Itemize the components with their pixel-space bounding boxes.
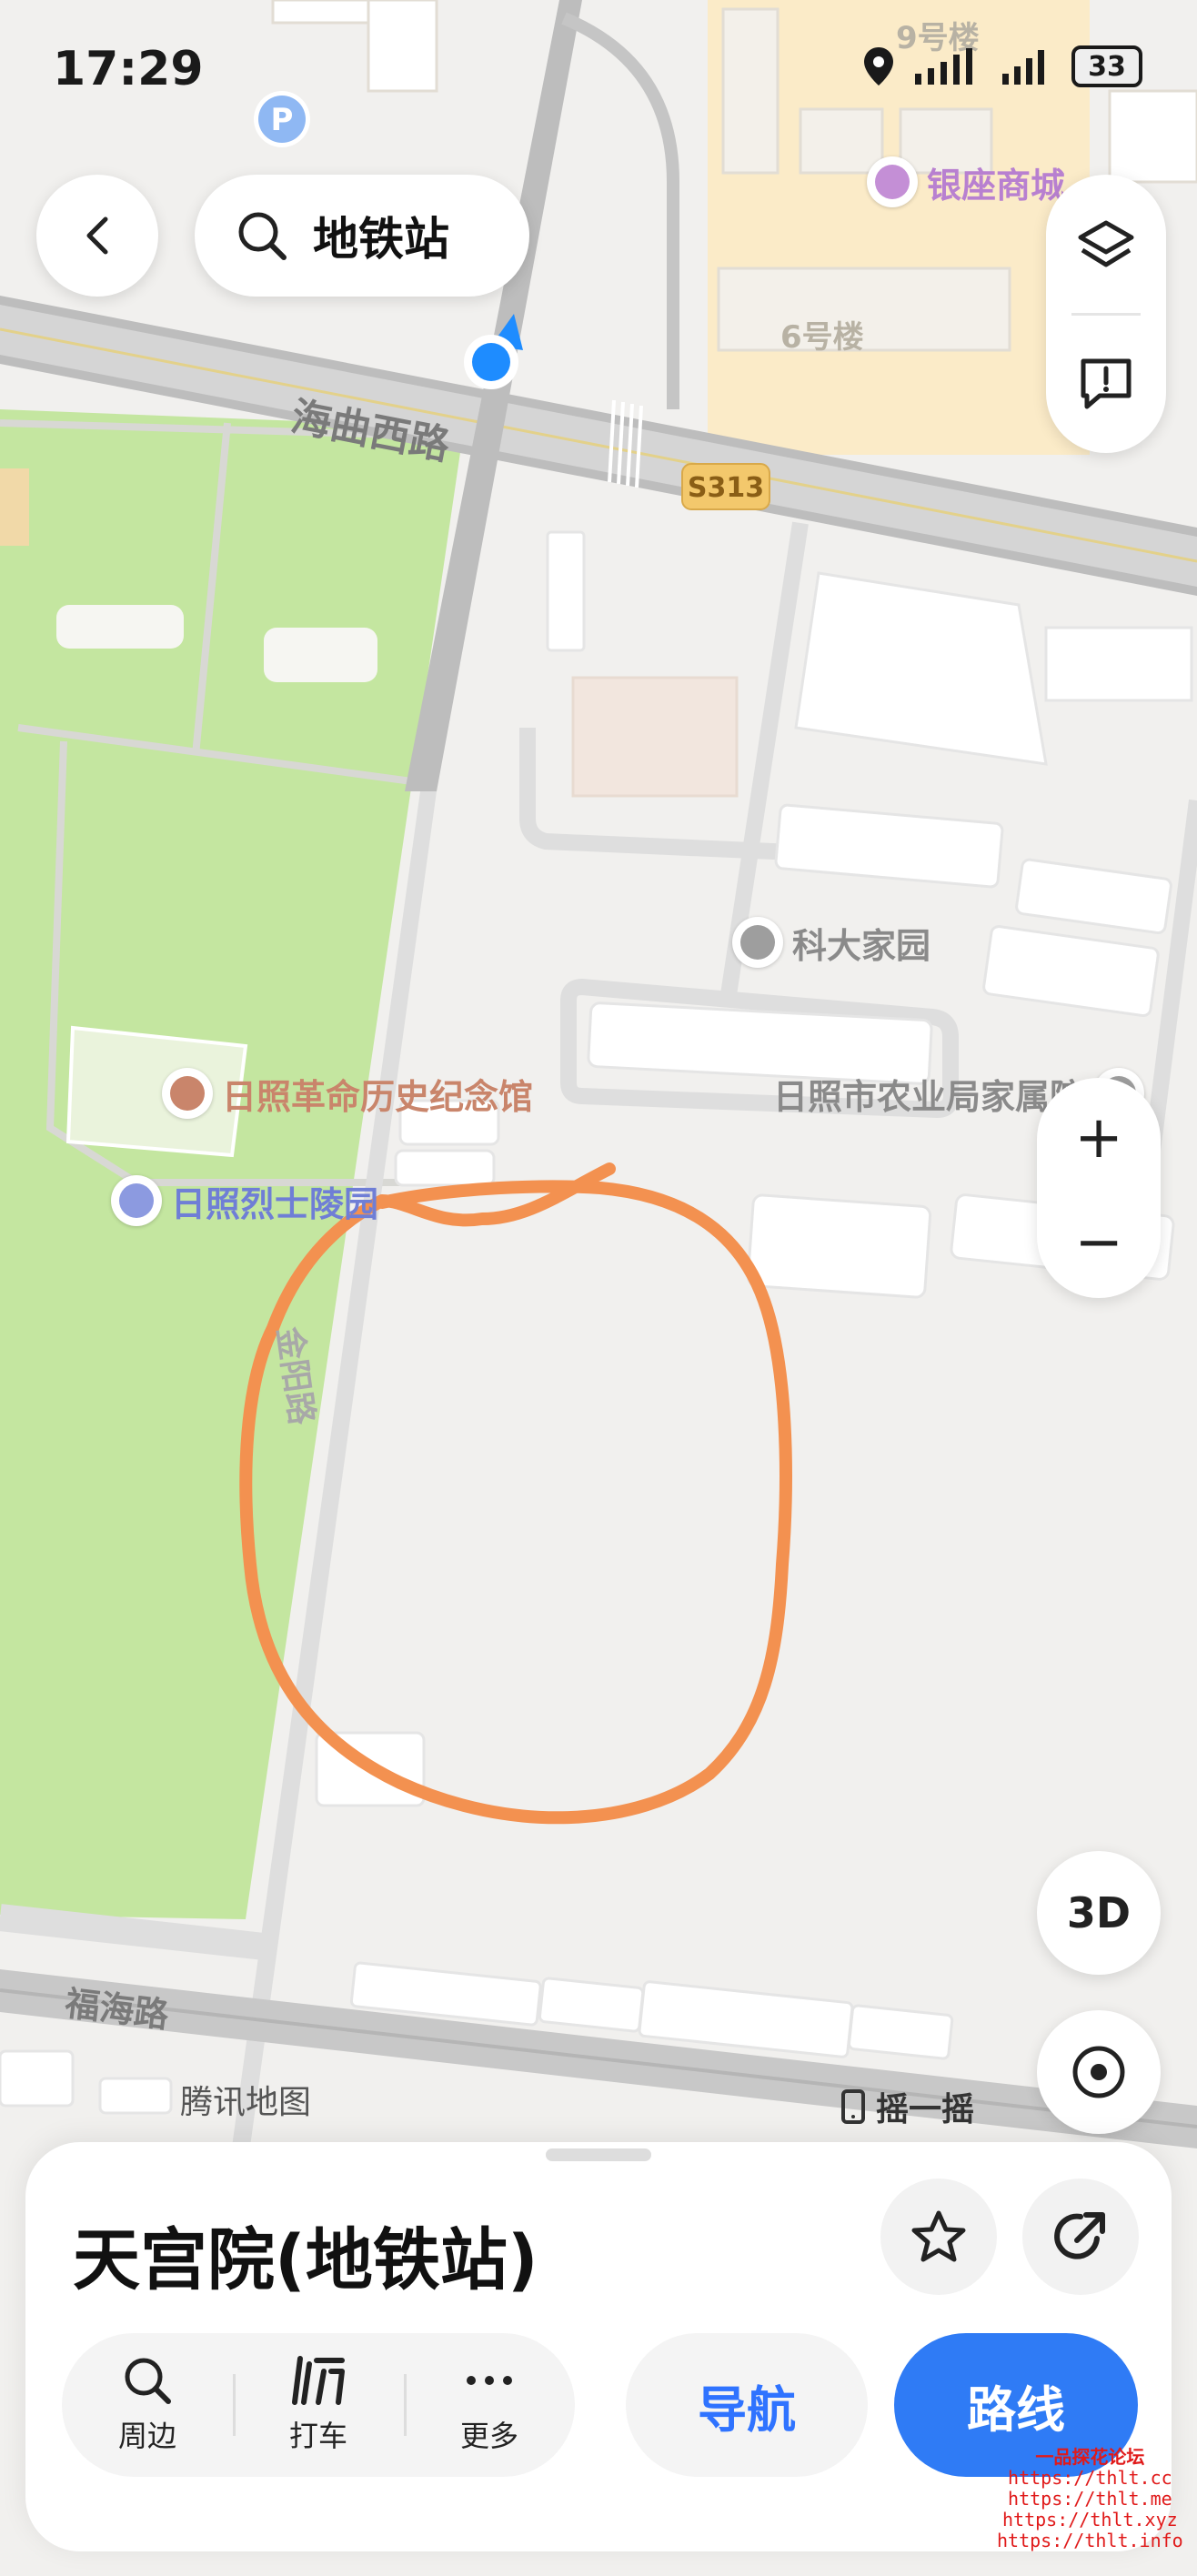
search-icon	[125, 2358, 171, 2404]
3d-toggle-button[interactable]: 3D	[1037, 1851, 1161, 1975]
search-bar[interactable]: 地铁站	[195, 175, 529, 297]
building	[394, 1149, 496, 1187]
svg-text:S313: S313	[688, 472, 764, 504]
feedback-icon	[1081, 358, 1132, 408]
signal-icon-2	[1002, 50, 1044, 85]
building	[721, 7, 780, 175]
watermark-line: https://thlt.info	[997, 2530, 1183, 2551]
building	[1015, 858, 1172, 935]
battery-indicator: 33	[1071, 45, 1142, 87]
sheet-drag-handle[interactable]	[546, 2148, 651, 2161]
zoom-in-button[interactable]: +	[1037, 1083, 1161, 1192]
building	[717, 267, 1011, 352]
nearby-button[interactable]: 周边	[62, 2333, 233, 2477]
quick-actions: 周边 打车 更多	[62, 2333, 575, 2477]
poi-revolution-museum[interactable]: 日照革命历史纪念馆	[162, 1068, 533, 1119]
layers-icon	[1078, 220, 1134, 267]
star-icon	[911, 2210, 966, 2262]
building	[982, 925, 1160, 1018]
park-building	[56, 605, 184, 649]
status-time: 17:29	[53, 42, 204, 96]
building	[1044, 626, 1193, 702]
building	[794, 571, 1048, 766]
place-title: 天宫院(地铁站)	[73, 2221, 538, 2299]
feedback-button[interactable]	[1046, 316, 1166, 452]
current-location-core	[472, 343, 510, 381]
building	[546, 530, 586, 652]
favorite-button[interactable]	[880, 2179, 997, 2295]
phone-icon	[841, 2089, 865, 2124]
svg-text:P: P	[271, 102, 294, 138]
locate-button[interactable]	[1037, 2010, 1161, 2134]
zoom-panel: + −	[1037, 1078, 1161, 1298]
more-icon	[467, 2376, 512, 2385]
residential-icon	[732, 917, 783, 968]
search-query: 地铁站	[313, 213, 449, 266]
park-building	[264, 628, 377, 682]
share-icon	[1054, 2212, 1105, 2259]
watermark-line: https://thlt.xyz	[1002, 2509, 1178, 2531]
building	[0, 2049, 75, 2108]
memorial-icon	[111, 1175, 162, 1226]
building	[774, 803, 1004, 889]
building	[0, 468, 29, 546]
more-button[interactable]: 更多	[404, 2333, 575, 2477]
ramp-road	[561, 12, 679, 409]
taxi-icon	[292, 2356, 345, 2405]
navigate-button[interactable]: 导航	[626, 2333, 868, 2477]
museum-icon	[162, 1068, 213, 1119]
layers-button[interactable]	[1046, 176, 1166, 313]
share-button[interactable]	[1022, 2179, 1139, 2295]
map-provider-label: 腾讯地图	[180, 2084, 312, 2121]
chevron-left-icon	[86, 216, 108, 255]
road-minor	[0, 1904, 266, 1960]
back-button[interactable]	[36, 175, 158, 297]
signal-icon	[915, 48, 972, 85]
zoom-out-button[interactable]: −	[1037, 1192, 1161, 1293]
shake-button[interactable]: 摇一摇	[841, 2083, 974, 2130]
building-label-6: 6号楼	[780, 319, 864, 356]
building	[1108, 89, 1197, 184]
building	[847, 2004, 954, 2060]
watermark-line: https://thlt.me	[1008, 2488, 1172, 2510]
search-icon	[238, 212, 287, 260]
watermark: 一品探花论坛 https://thlt.cc https://thlt.me h…	[997, 2447, 1183, 2551]
building	[571, 676, 739, 798]
poi-yinzuo-mall[interactable]: 银座商城	[867, 156, 1065, 207]
location-status-icon	[864, 47, 893, 86]
building	[367, 0, 438, 93]
locate-icon	[1072, 2046, 1125, 2098]
building	[98, 2077, 173, 2115]
watermark-line: 一品探花论坛	[1035, 2446, 1145, 2468]
poi-martyrs-cemetery[interactable]: 日照烈士陵园	[111, 1175, 378, 1226]
building	[746, 1193, 932, 1299]
map-tools-panel	[1046, 175, 1166, 453]
building	[538, 1977, 645, 2033]
watermark-line: https://thlt.cc	[1008, 2467, 1172, 2489]
status-icons: 33	[862, 45, 1142, 87]
poi-keda-jiayuan[interactable]: 科大家园	[732, 917, 930, 968]
taxi-button[interactable]: 打车	[233, 2333, 404, 2477]
shopping-icon	[867, 156, 918, 207]
